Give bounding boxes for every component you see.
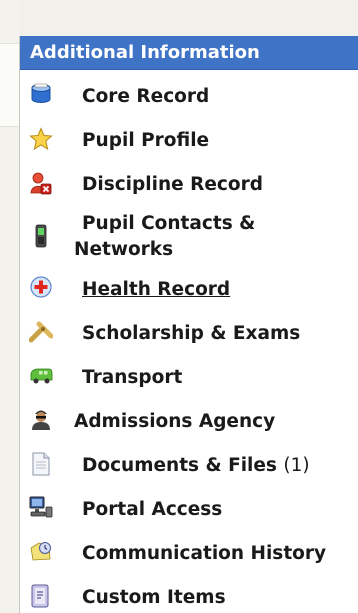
menu-item-admissions-agency[interactable]: Admissions Agency: [20, 407, 358, 437]
menu-item-label: Pupil Profile: [82, 130, 210, 151]
menu-item-transport[interactable]: Transport: [20, 363, 358, 393]
bus-icon: [29, 364, 53, 388]
menu-item-label-line2: Networks: [74, 239, 174, 260]
menu-item-label-line1: Pupil Contacts &: [82, 213, 256, 234]
left-strip-notch: [0, 43, 19, 127]
menu-item-label: Scholarship & Exams: [82, 323, 301, 344]
agent-icon: [29, 407, 53, 431]
menu-item-label: Transport: [82, 367, 183, 388]
additional-information-panel: Additional Information Core Record Pupil…: [19, 36, 358, 613]
health-plus-icon: [29, 275, 53, 299]
discipline-icon: [29, 171, 53, 195]
menu-item-scholarship-exams[interactable]: Scholarship & Exams: [20, 319, 358, 349]
menu-item-communication-history[interactable]: Communication History: [20, 539, 358, 569]
menu-item-discipline-record[interactable]: Discipline Record: [20, 170, 358, 200]
menu-item-label: Custom Items: [82, 587, 226, 608]
communication-icon: [29, 540, 53, 564]
menu-item-pupil-contacts-networks[interactable]: Pupil Contacts & Networks: [20, 210, 358, 266]
menu-item-label: Portal Access: [82, 499, 223, 520]
document-icon: [29, 452, 53, 476]
menu-item-label-text: Documents & Files: [82, 455, 277, 476]
menu-item-pupil-profile[interactable]: Pupil Profile: [20, 126, 358, 156]
menu-item-label: Communication History: [82, 543, 327, 564]
menu-item-label: Discipline Record: [82, 174, 263, 195]
computer-icon: [29, 495, 53, 519]
menu-item-custom-items[interactable]: Custom Items: [20, 583, 358, 613]
mobile-phone-icon: [29, 224, 53, 248]
star-icon: [29, 127, 53, 151]
custom-items-icon: [29, 584, 53, 608]
left-strip: [0, 0, 19, 613]
document-count: (1): [283, 455, 310, 476]
menu-item-label: Health Record: [82, 279, 231, 300]
core-record-icon: [29, 82, 53, 106]
scholarship-icon: [29, 320, 53, 344]
menu-item-core-record[interactable]: Core Record: [20, 82, 358, 112]
menu-item-documents-files[interactable]: Documents & Files (1): [20, 451, 358, 481]
menu-item-label: Documents & Files (1): [82, 455, 310, 477]
panel-header: Additional Information: [20, 36, 358, 70]
menu-item-portal-access[interactable]: Portal Access: [20, 495, 358, 525]
menu-item-label: Admissions Agency: [74, 411, 276, 432]
menu-item-label: Core Record: [82, 86, 210, 107]
menu-item-health-record[interactable]: Health Record: [20, 275, 358, 305]
